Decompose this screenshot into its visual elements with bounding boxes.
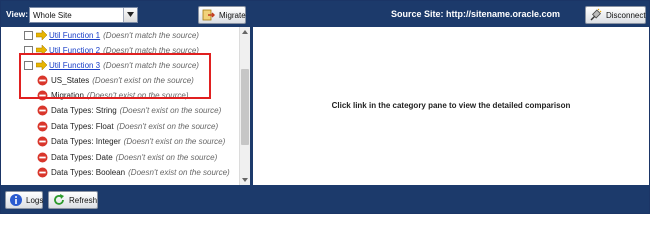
item-name: Data Types: Boolean [51,167,126,177]
item-link[interactable]: Util Function 1 [49,31,100,40]
detail-pane: Click link in the category pane to view … [253,27,649,185]
item-checkbox[interactable] [24,30,33,40]
view-label: View: [6,9,29,19]
scroll-down-arrow-icon[interactable] [240,174,250,185]
no-entry-icon [37,105,48,116]
source-site-label: Source Site: http://sitename.oracle.com [391,9,561,19]
item-status-note: (Doesn't exist on the source) [116,121,219,131]
logs-label: Logs [26,195,44,205]
tree-item-missing: Data Types: Date (Doesn't exist on the so… [1,150,217,164]
view-select[interactable]: Whole Site [29,7,138,23]
detail-message: Click link in the category pane to view … [331,101,571,110]
no-entry-icon [37,136,48,147]
refresh-icon [52,193,66,207]
no-entry-icon [37,121,48,132]
no-entry-icon [37,167,48,178]
refresh-label: Refresh [69,195,98,205]
item-status-note: (Doesn't exist on the source) [115,152,218,162]
highlight-box [19,53,211,99]
scroll-up-arrow-icon[interactable] [240,27,250,38]
arrow-right-icon [35,29,48,41]
tree-item-missing: Data Types: Integer (Doesn't exist on the… [1,135,225,149]
tree-item-missing: Data Types: Boolean (Doesn't exist on the… [1,165,230,179]
item-name: Data Types: Integer [51,137,121,147]
migrate-icon [202,8,216,22]
disconnect-label: Disconnect [606,10,646,20]
tree-item-missing: Data Types: Float (Doesn't exist on the s… [1,119,218,133]
tree-item-mismatch: Util Function 1 (Doesn't match the source… [1,28,199,42]
item-name: Data Types: Float [51,121,114,131]
disconnect-button[interactable]: Disconnect [585,6,646,24]
no-entry-icon [37,152,48,163]
logs-button[interactable]: Logs [5,191,43,209]
tree-item-missing: Data Types: String (Doesn't exist on the … [1,104,221,118]
migrate-label: Migrate [219,10,246,20]
chevron-down-icon[interactable] [123,8,137,22]
item-name: Data Types: String [51,106,117,116]
item-status-note: (Doesn't match the source) [103,30,199,40]
disconnect-icon [589,8,603,22]
bottom-toolbar: Logs Refresh [1,185,649,213]
migrate-button[interactable]: Migrate [198,6,246,24]
top-toolbar: View: Whole Site Migrate Source Site: ht… [1,1,649,27]
item-name: Data Types: Date [51,152,113,162]
refresh-button[interactable]: Refresh [48,191,98,209]
view-select-value: Whole Site [33,11,72,20]
scroll-thumb[interactable] [241,69,249,145]
info-icon [9,193,23,207]
item-status-note: (Doesn't exist on the source) [128,167,230,177]
item-status-note: (Doesn't exist on the source) [119,106,222,116]
category-pane: Util Function 1 (Doesn't match the source… [1,27,250,185]
item-status-note: (Doesn't exist on the source) [123,137,226,147]
scrollbar[interactable] [239,27,250,185]
